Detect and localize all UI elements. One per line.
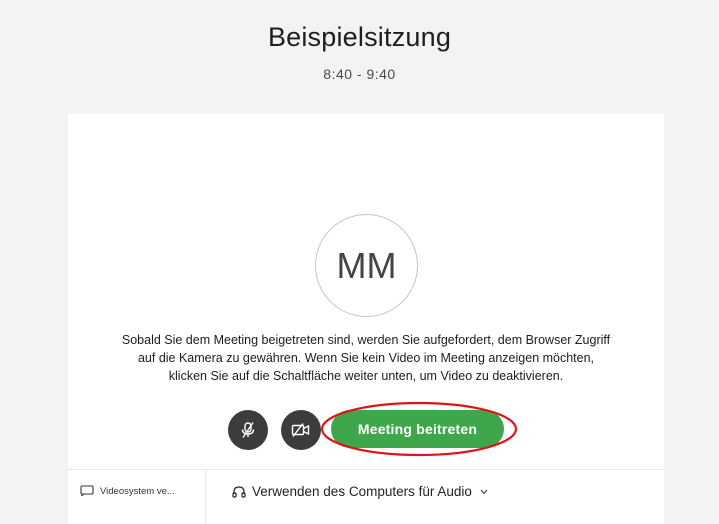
meeting-title: Beispielsitzung <box>267 22 452 52</box>
preview-card <box>68 114 664 524</box>
avatar: MM <box>315 214 418 317</box>
video-off-icon <box>291 423 310 437</box>
video-system-label: Videosystem ve... <box>100 485 175 497</box>
mute-button[interactable] <box>228 410 268 450</box>
chevron-down-icon <box>480 489 488 494</box>
join-meeting-button[interactable]: Meeting beitreten <box>331 410 504 448</box>
camera-permission-info: Sobald Sie dem Meeting beigetreten sind,… <box>121 333 611 383</box>
video-system-selector[interactable]: Videosystem ve... <box>80 485 175 497</box>
meeting-prejoin-page: Beispielsitzung 8:40 - 9:40 MM Sobald Si… <box>0 0 719 524</box>
audio-source-dropdown[interactable]: Verwenden des Computers für Audio <box>232 484 488 499</box>
footer-divider <box>68 469 664 470</box>
stop-video-button[interactable] <box>281 410 321 450</box>
meeting-time: 8:40 - 9:40 <box>323 66 396 82</box>
audio-source-label: Verwenden des Computers für Audio <box>252 484 472 499</box>
footer-vertical-divider <box>205 470 206 524</box>
cast-screen-icon <box>80 485 94 496</box>
microphone-muted-icon <box>241 422 255 438</box>
headset-icon <box>232 485 246 498</box>
avatar-initials: MM <box>336 244 397 286</box>
